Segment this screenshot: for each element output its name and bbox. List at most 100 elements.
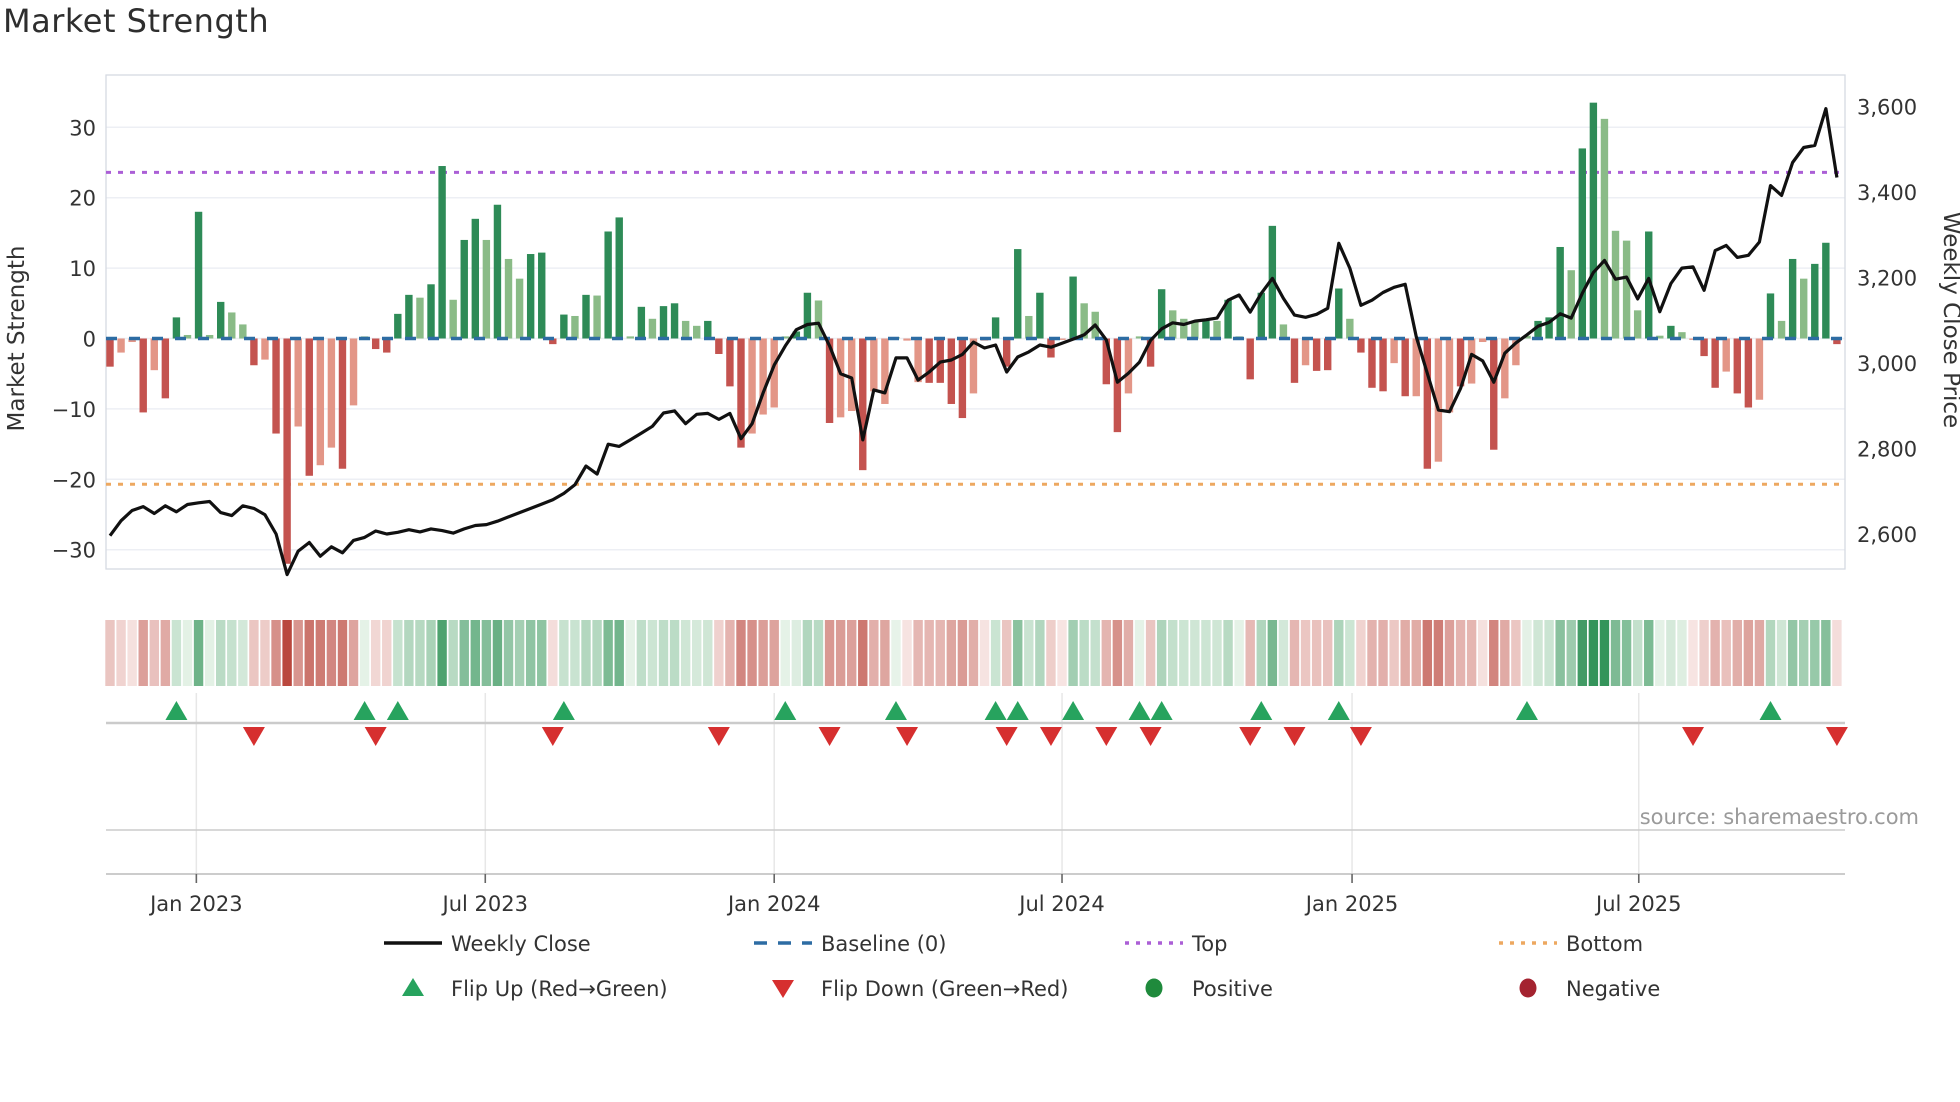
flip-up-marker — [353, 701, 376, 720]
bar — [228, 312, 236, 339]
heatmap-cell — [481, 620, 492, 686]
bar — [560, 314, 568, 339]
heatmap-cell — [1378, 620, 1388, 686]
heatmap-cell — [924, 620, 934, 686]
flip-down-marker — [364, 727, 387, 746]
heatmap-cell — [869, 620, 879, 686]
bar — [1711, 338, 1719, 388]
bar — [1036, 292, 1044, 339]
bar — [1578, 148, 1587, 339]
bar — [1124, 338, 1133, 394]
bar — [1766, 293, 1775, 339]
flip-up-marker — [552, 701, 575, 720]
bar — [526, 254, 535, 339]
bar — [571, 315, 579, 339]
right-axis-title: Weekly Close Price — [1938, 212, 1960, 428]
heatmap-cell — [703, 620, 713, 686]
bar — [538, 252, 546, 339]
heatmap-cell — [1422, 620, 1433, 686]
heatmap-cell — [1090, 620, 1100, 686]
bar — [427, 284, 435, 339]
right-tick-label: 3,400 — [1857, 181, 1917, 205]
bar — [1501, 338, 1509, 399]
bar — [659, 306, 668, 339]
heatmap-cell — [614, 620, 624, 686]
heatmap-cell — [1566, 620, 1576, 686]
heatmap-cell — [1533, 620, 1543, 686]
heatmap-cell — [382, 620, 392, 686]
bar — [1423, 338, 1432, 469]
flip-down-marker — [995, 727, 1018, 746]
heatmap-cell — [1832, 620, 1842, 686]
heatmap-cell — [1035, 620, 1045, 686]
heatmap-cell — [1057, 620, 1067, 686]
heatmap-cell — [714, 620, 724, 686]
heatmap-cell — [1477, 620, 1488, 686]
heatmap-cell — [1821, 620, 1831, 686]
heatmap-cell — [1511, 620, 1521, 686]
flip-marker-panel — [106, 693, 1848, 874]
legend-label: Flip Down (Green→Red) — [821, 977, 1068, 1001]
heatmap-cell — [758, 620, 768, 686]
bar — [1733, 338, 1741, 394]
bar — [803, 292, 812, 339]
bar — [1025, 315, 1033, 339]
legend-flip-up-icon — [402, 978, 424, 996]
right-tick-label: 2,600 — [1857, 523, 1917, 547]
bar — [438, 166, 446, 339]
bar — [194, 211, 203, 339]
flip-down-marker — [1239, 727, 1262, 746]
bar — [1478, 338, 1487, 343]
heatmap-cell — [304, 620, 314, 686]
flip-up-marker — [884, 701, 907, 720]
heatmap-cell — [1168, 620, 1178, 686]
flip-up-marker — [1128, 701, 1151, 720]
right-tick-label: 3,200 — [1857, 267, 1917, 291]
bar — [604, 231, 612, 339]
flip-down-marker — [707, 727, 730, 746]
left-tick-label: −10 — [52, 398, 96, 422]
heatmap-cell — [548, 620, 558, 686]
heatmap-cell — [1278, 620, 1289, 686]
bar — [1279, 324, 1288, 339]
heatmap-cell — [249, 620, 259, 686]
flip-up-marker — [1327, 701, 1350, 720]
heatmap-cell — [193, 620, 204, 686]
heatmap-cell — [260, 620, 270, 686]
bar — [172, 317, 181, 339]
heatmap-cell — [1001, 620, 1012, 686]
heatmap-cell — [1666, 620, 1676, 686]
bar — [1368, 338, 1376, 388]
heatmap-cell — [736, 620, 746, 686]
heatmap-cell — [1743, 620, 1754, 686]
heatmap-cell — [171, 620, 182, 686]
flip-down-marker — [1349, 727, 1372, 746]
heatmap-cell — [1433, 620, 1444, 686]
bar — [925, 338, 933, 383]
heatmap-cell — [1389, 620, 1399, 686]
heatmap-cell — [1489, 620, 1499, 686]
bar — [836, 338, 845, 418]
legend-label: Baseline (0) — [821, 932, 946, 956]
heatmap-cell — [1234, 620, 1244, 686]
bar — [726, 338, 734, 387]
bar — [1324, 338, 1332, 371]
bar — [338, 338, 347, 469]
heatmap-cell — [393, 620, 403, 686]
flip-up-marker — [1759, 701, 1782, 720]
bar — [681, 320, 690, 339]
bar — [615, 217, 623, 339]
heatmap-cell — [990, 620, 1001, 686]
bar — [117, 338, 125, 353]
heatmap-cell — [570, 620, 580, 686]
heatmap-cell — [1588, 620, 1599, 686]
x-tick-label: Jul 2023 — [441, 892, 528, 916]
strength-heatmap — [105, 620, 1842, 686]
bar — [1290, 338, 1299, 383]
flip-up-marker — [984, 701, 1007, 720]
bar — [1744, 338, 1753, 408]
heatmap-cell — [1300, 620, 1311, 686]
flip-down-marker — [242, 727, 265, 746]
heatmap-cell — [1145, 620, 1156, 686]
flip-down-marker — [1283, 727, 1306, 746]
